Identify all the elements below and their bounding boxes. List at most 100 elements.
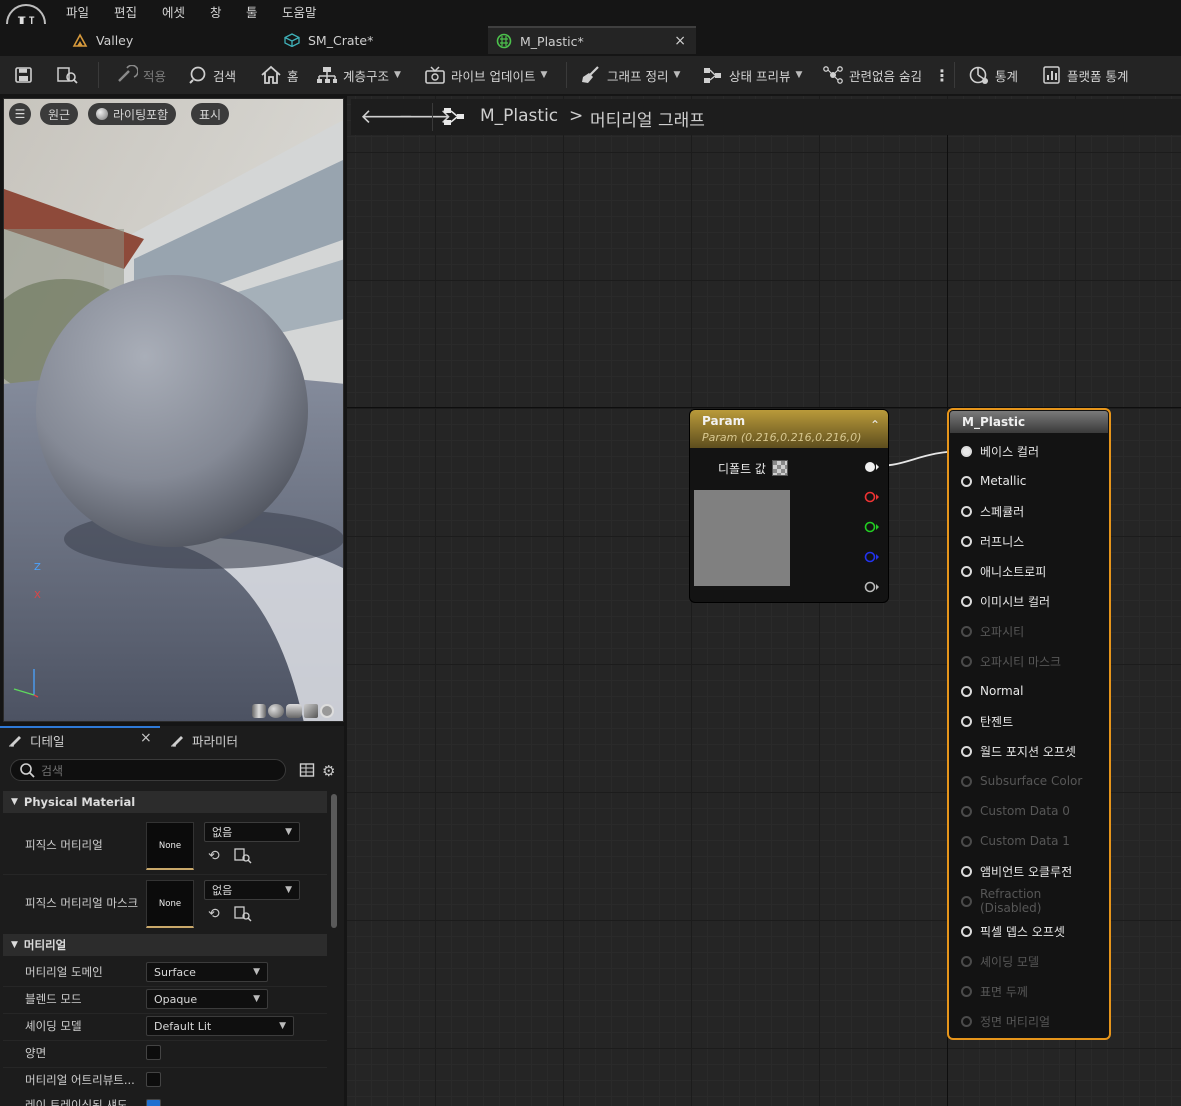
settings-gear-icon[interactable]: ⚙: [322, 762, 335, 780]
section-material[interactable]: ▼ 머티리얼: [3, 934, 327, 956]
show-button[interactable]: 표시: [191, 103, 230, 125]
cube-preview-icon[interactable]: [304, 704, 318, 718]
result-pin-row[interactable]: Custom Data 1: [961, 831, 1070, 851]
details-scrollbar[interactable]: [331, 794, 337, 928]
breadcrumb-graph[interactable]: 머티리얼 그래프: [590, 106, 705, 131]
input-pin-icon[interactable]: [961, 985, 972, 997]
menu-window[interactable]: 창: [210, 2, 222, 21]
menu-help[interactable]: 도움말: [282, 2, 317, 21]
input-pin-icon[interactable]: [961, 835, 972, 847]
input-pin-icon[interactable]: [961, 685, 972, 697]
input-pin-icon[interactable]: [961, 865, 972, 877]
input-pin-icon[interactable]: [961, 805, 972, 817]
table-view-icon[interactable]: [299, 762, 315, 781]
result-pin-row[interactable]: 월드 포지션 오프셋: [961, 741, 1076, 761]
input-pin-icon[interactable]: [961, 715, 972, 727]
result-pin-row[interactable]: 정면 머티리얼: [961, 1011, 1050, 1031]
output-pin-a-icon[interactable]: [864, 580, 880, 597]
result-pin-row[interactable]: 베이스 컬러: [961, 441, 1039, 461]
input-pin-icon[interactable]: [961, 445, 972, 457]
platform-stats-button[interactable]: 플랫폼 통계: [1042, 56, 1128, 94]
blend-mode-combo[interactable]: Opaque ▼: [146, 989, 268, 1009]
result-pin-row[interactable]: Subsurface Color: [961, 771, 1082, 791]
two-sided-checkbox[interactable]: [146, 1045, 161, 1060]
phys-material-mask-combo[interactable]: 없음 ▼: [204, 880, 300, 900]
result-pin-row[interactable]: 이미시브 컬러: [961, 591, 1050, 611]
lighting-mode-button[interactable]: 라이팅포함: [88, 103, 177, 125]
home-button[interactable]: 홈: [260, 56, 299, 94]
input-pin-icon[interactable]: [961, 745, 972, 757]
input-pin-icon[interactable]: [961, 925, 972, 937]
result-pin-row[interactable]: 탄젠트: [961, 711, 1013, 731]
use-selected-icon[interactable]: ⟲: [208, 906, 220, 922]
close-details-icon[interactable]: ×: [140, 730, 152, 746]
plane-preview-icon[interactable]: [286, 704, 302, 718]
menu-edit[interactable]: 편집: [114, 2, 137, 21]
tab-details[interactable]: 디테일: [8, 728, 65, 752]
tab-valley[interactable]: Valley: [64, 26, 274, 54]
apply-button[interactable]: 적용: [116, 56, 166, 94]
phys-material-combo[interactable]: 없음 ▼: [204, 822, 300, 842]
input-pin-icon[interactable]: [961, 505, 972, 517]
clean-graph-dropdown[interactable]: 그래프 정리 ▼: [580, 56, 680, 94]
output-pin-rgba-icon[interactable]: [864, 460, 880, 477]
ray-traced-shadows-checkbox[interactable]: [146, 1099, 161, 1106]
input-pin-icon[interactable]: [961, 955, 972, 967]
phys-material-thumbnail[interactable]: None: [146, 822, 194, 870]
menu-asset[interactable]: 에셋: [162, 2, 185, 21]
phys-material-mask-thumbnail[interactable]: None: [146, 880, 194, 928]
result-pin-row[interactable]: Metallic: [961, 471, 1026, 491]
stats-button[interactable]: 통계: [968, 56, 1018, 94]
menu-file[interactable]: 파일: [66, 2, 89, 21]
result-pin-row[interactable]: 픽셀 뎁스 오프셋: [961, 921, 1065, 941]
result-pin-row[interactable]: 표면 두께: [961, 981, 1028, 1001]
breadcrumb-asset[interactable]: M_Plastic: [480, 106, 558, 126]
hide-unrelated-button[interactable]: 관련없음 숨김: [822, 56, 922, 94]
tab-parameters[interactable]: 파라미터: [170, 728, 238, 752]
input-pin-icon[interactable]: [961, 595, 972, 607]
material-domain-combo[interactable]: Surface ▼: [146, 962, 268, 982]
result-pin-row[interactable]: 앰비언트 오클루전: [961, 861, 1072, 881]
tab-sm-crate[interactable]: SM_Crate*: [276, 26, 486, 54]
input-pin-icon[interactable]: [961, 655, 972, 667]
result-pin-row[interactable]: Refraction (Disabled): [961, 887, 1106, 915]
preview-viewport[interactable]: [3, 98, 344, 722]
use-selected-icon[interactable]: ⟲: [208, 848, 220, 864]
browse-asset-icon[interactable]: [234, 906, 252, 925]
tab-close-icon[interactable]: ×: [674, 33, 686, 49]
cylinder-preview-icon[interactable]: [252, 704, 266, 718]
input-pin-icon[interactable]: [961, 535, 972, 547]
search-button[interactable]: 검색: [188, 56, 236, 94]
state-preview-dropdown[interactable]: 상태 프리뷰 ▼: [702, 56, 802, 94]
viewport-menu-button[interactable]: ☰: [9, 103, 31, 125]
browse-button[interactable]: [56, 56, 80, 94]
menu-tools[interactable]: 툴: [246, 2, 258, 21]
save-button[interactable]: [14, 56, 34, 94]
result-pin-row[interactable]: 러프니스: [961, 531, 1024, 551]
section-physical-material[interactable]: ▼ Physical Material: [3, 791, 327, 813]
collapse-node-icon[interactable]: ⌃: [870, 418, 880, 432]
sphere-preview-icon[interactable]: [268, 704, 284, 718]
more-options-icon[interactable]: ⋮: [934, 56, 950, 94]
result-pin-row[interactable]: Custom Data 0: [961, 801, 1070, 821]
input-pin-icon[interactable]: [961, 625, 972, 637]
color-swatch[interactable]: [772, 460, 788, 476]
hierarchy-dropdown[interactable]: 계층구조 ▼: [316, 56, 401, 94]
output-pin-g-icon[interactable]: [864, 520, 880, 537]
tab-m-plastic[interactable]: M_Plastic* ×: [488, 26, 696, 54]
live-update-dropdown[interactable]: 라이브 업데이트 ▼: [424, 56, 547, 94]
output-pin-b-icon[interactable]: [864, 550, 880, 567]
details-search-input[interactable]: 검색: [10, 759, 286, 781]
result-pin-row[interactable]: Normal: [961, 681, 1023, 701]
result-pin-row[interactable]: 셰이딩 모델: [961, 951, 1039, 971]
result-pin-row[interactable]: 스페큘러: [961, 501, 1024, 521]
browse-asset-icon[interactable]: [234, 848, 252, 867]
input-pin-icon[interactable]: [961, 565, 972, 577]
shading-model-combo[interactable]: Default Lit ▼: [146, 1016, 294, 1036]
input-pin-icon[interactable]: [961, 775, 972, 787]
output-pin-r-icon[interactable]: [864, 490, 880, 507]
result-pin-row[interactable]: 애니소트로피: [961, 561, 1046, 581]
perspective-button[interactable]: 원근: [40, 103, 79, 125]
input-pin-icon[interactable]: [961, 1015, 972, 1027]
custom-mesh-preview-icon[interactable]: [320, 704, 334, 718]
